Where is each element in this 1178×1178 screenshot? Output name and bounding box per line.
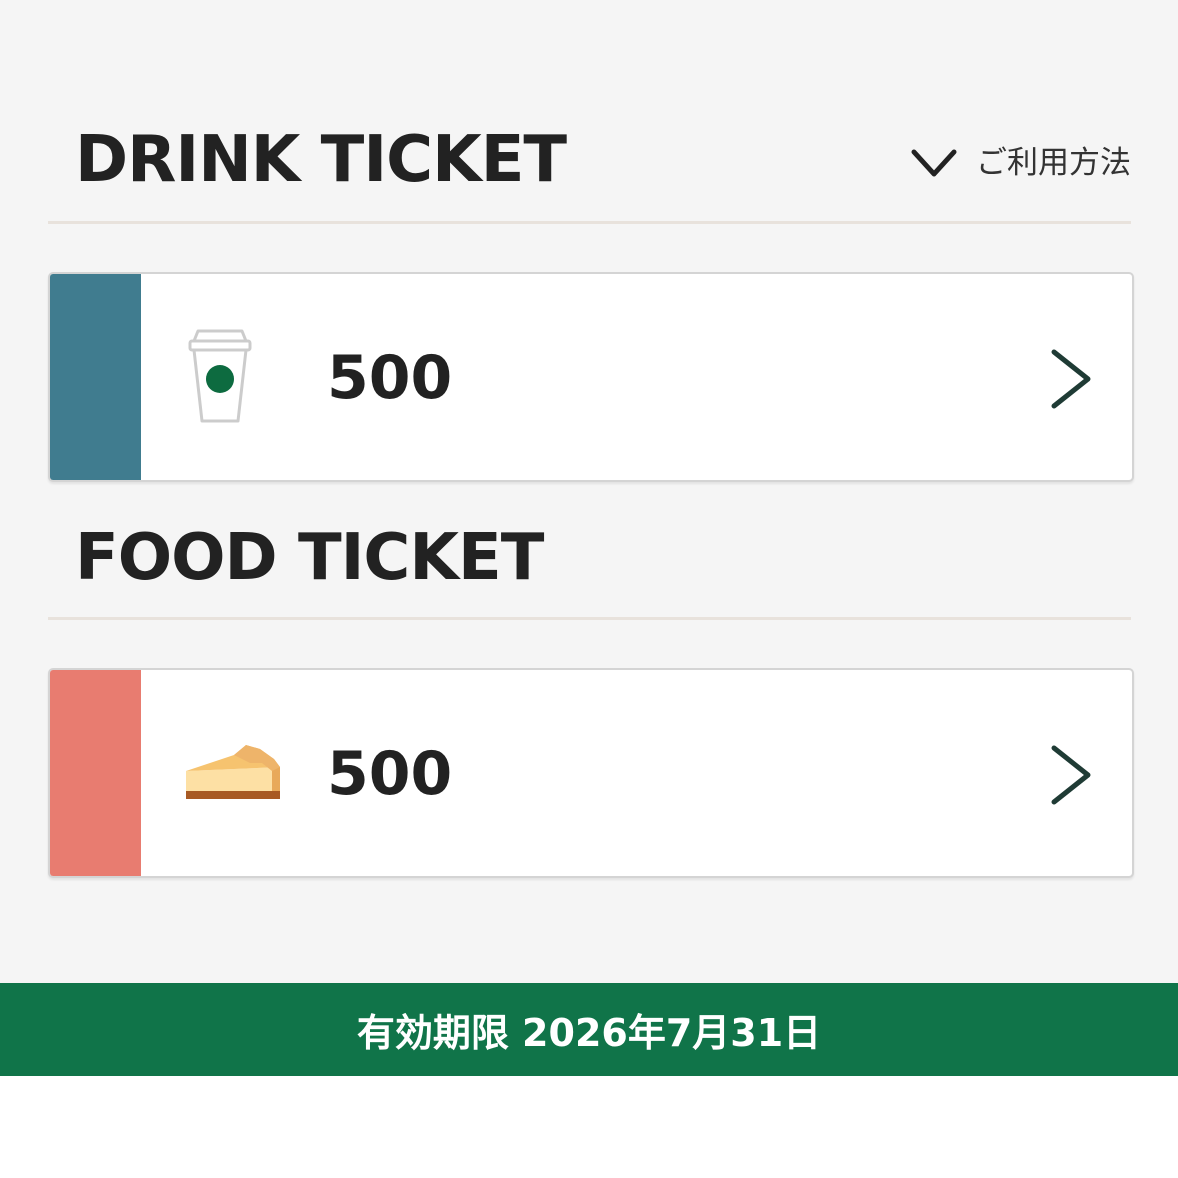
- drink-section-title: DRINK TICKET: [75, 123, 567, 197]
- expiry-banner: 有効期限 2026年7月31日: [0, 983, 1178, 1076]
- food-section-title: FOOD TICKET: [75, 521, 544, 595]
- drink-ticket-amount: 500: [327, 343, 453, 413]
- how-to-use-toggle[interactable]: ご利用方法: [910, 144, 1131, 182]
- food-section-header: FOOD TICKET: [48, 484, 1131, 620]
- drink-ticket-card[interactable]: 500: [48, 272, 1134, 482]
- food-ticket-card[interactable]: 500: [48, 668, 1134, 878]
- chevron-down-icon: [910, 144, 958, 182]
- chevron-right-icon: [1048, 742, 1096, 812]
- coffee-cup-icon: [184, 274, 256, 480]
- how-to-use-label: ご利用方法: [976, 144, 1131, 181]
- ticket-page: DRINK TICKET ご利用方法 500 FOOD TICKET 500: [0, 0, 1178, 983]
- cheesecake-icon: [184, 670, 282, 876]
- drink-section-header: DRINK TICKET ご利用方法: [48, 0, 1131, 224]
- chevron-right-icon: [1048, 346, 1096, 416]
- food-ticket-stripe: [50, 670, 141, 876]
- food-ticket-amount: 500: [327, 739, 453, 809]
- expiry-date-text: 有効期限 2026年7月31日: [356, 1011, 822, 1055]
- drink-ticket-stripe: [50, 274, 141, 480]
